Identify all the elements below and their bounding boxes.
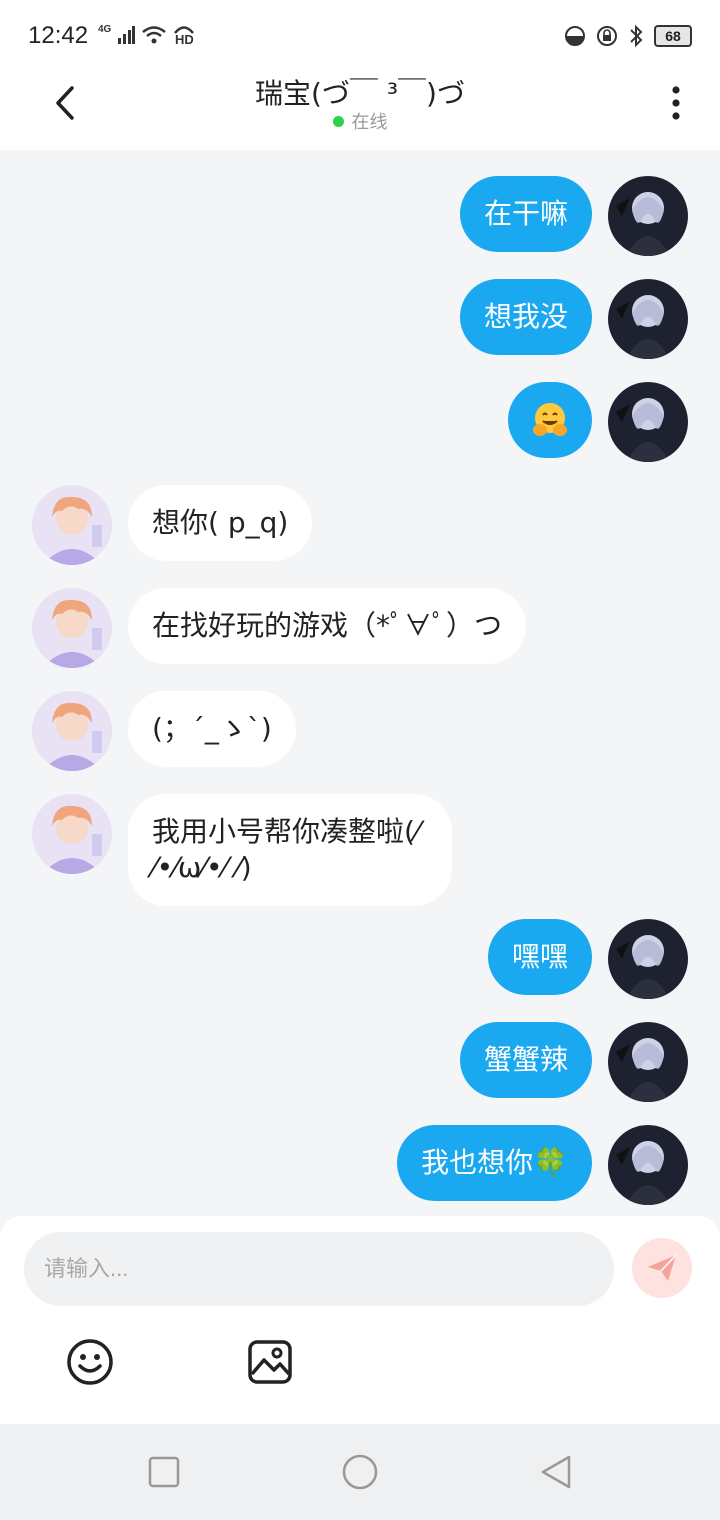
message-bubble-self[interactable]: 我也想你🍀 xyxy=(397,1125,592,1201)
message-bubble-contact[interactable]: 在找好玩的游戏（*ﾟ∀ﾟ）つ xyxy=(128,588,527,664)
message-bubble-self[interactable]: 在干嘛 xyxy=(459,176,592,252)
more-options-button[interactable] xyxy=(656,78,696,128)
message-bubble-contact[interactable]: 想你( p_q) xyxy=(128,485,313,561)
smiley-icon xyxy=(67,1339,113,1385)
message-row: 蟹蟹辣 xyxy=(0,1022,720,1102)
message-bubble-self[interactable] xyxy=(508,382,592,458)
avatar-contact[interactable] xyxy=(32,794,112,874)
message-bubble-self[interactable]: 嘿嘿 xyxy=(487,919,592,995)
online-status: 在线 xyxy=(0,108,720,134)
chat-header: 瑞宝(づ￣ ³￣)づ 在线 xyxy=(0,70,720,150)
battery-indicator: 68 xyxy=(654,25,692,47)
message-row: 想我没 xyxy=(0,279,720,359)
online-status-label: 在线 xyxy=(351,112,388,133)
message-bubble-contact[interactable]: (；´_ゝ`) xyxy=(128,691,296,767)
rotation-lock-icon xyxy=(597,26,617,46)
online-dot-icon xyxy=(332,115,344,127)
message-input[interactable] xyxy=(24,1232,614,1306)
avatar-self[interactable] xyxy=(608,919,688,999)
more-vertical-icon xyxy=(672,86,680,120)
message-list[interactable]: 在干嘛 想我没 想你( p_q) 在找好玩的游戏（*ﾟ∀ﾟ）つ (；´_ゝ`) … xyxy=(0,150,720,1218)
bluetooth-icon xyxy=(630,24,643,48)
avatar-self[interactable] xyxy=(608,1125,688,1205)
status-time: 12:42 xyxy=(28,22,89,49)
recents-button[interactable] xyxy=(144,1452,184,1492)
paper-plane-icon xyxy=(648,1254,677,1281)
message-row: 想你( p_q) xyxy=(0,485,720,565)
network-type-label: 4G xyxy=(98,23,112,35)
message-bubble-contact[interactable]: 我用小号帮你凑整啦(⁄ ⁄•⁄ω⁄•⁄ ⁄) xyxy=(128,794,452,906)
message-row: (；´_ゝ`) xyxy=(0,691,720,771)
status-bar: 12:42 4G HD 68 xyxy=(0,0,720,70)
message-row: 在干嘛 xyxy=(0,176,720,256)
message-row: 在找好玩的游戏（*ﾟ∀ﾟ）つ xyxy=(0,588,720,668)
hugging-face-emoji-icon xyxy=(533,403,567,436)
avatar-self[interactable] xyxy=(608,382,688,462)
avatar-self[interactable] xyxy=(608,1022,688,1102)
triangle-back-icon xyxy=(541,1455,571,1489)
emoji-button[interactable] xyxy=(66,1338,114,1386)
signal-icon xyxy=(118,26,136,44)
message-bubble-self[interactable]: 蟹蟹辣 xyxy=(459,1022,592,1098)
back-nav-button[interactable] xyxy=(536,1452,576,1492)
message-row: 我也想你🍀 xyxy=(0,1125,720,1205)
system-nav-bar xyxy=(0,1424,720,1520)
message-row: 嘿嘿 xyxy=(0,919,720,999)
home-button[interactable] xyxy=(340,1452,380,1492)
message-row: 我用小号帮你凑整啦(⁄ ⁄•⁄ω⁄•⁄ ⁄) xyxy=(0,794,720,906)
circle-icon xyxy=(342,1454,378,1490)
chat-title: 瑞宝(づ￣ ³￣)づ xyxy=(255,77,465,110)
square-icon xyxy=(148,1456,180,1488)
avatar-contact[interactable] xyxy=(32,691,112,771)
message-bubble-self[interactable]: 想我没 xyxy=(459,279,592,355)
hd-badge: HD xyxy=(173,24,195,46)
avatar-contact[interactable] xyxy=(32,485,112,565)
image-button[interactable] xyxy=(246,1338,294,1386)
moon-icon xyxy=(565,26,585,46)
status-right-icons: 68 xyxy=(564,24,692,48)
wifi-icon xyxy=(142,26,167,44)
image-icon xyxy=(248,1340,292,1384)
message-composer xyxy=(0,1216,720,1424)
avatar-self[interactable] xyxy=(608,279,688,359)
send-button[interactable] xyxy=(632,1238,692,1298)
avatar-contact[interactable] xyxy=(32,588,112,668)
status-left-icons: 4G HD xyxy=(98,24,195,46)
message-row xyxy=(0,382,720,462)
avatar-self[interactable] xyxy=(608,176,688,256)
